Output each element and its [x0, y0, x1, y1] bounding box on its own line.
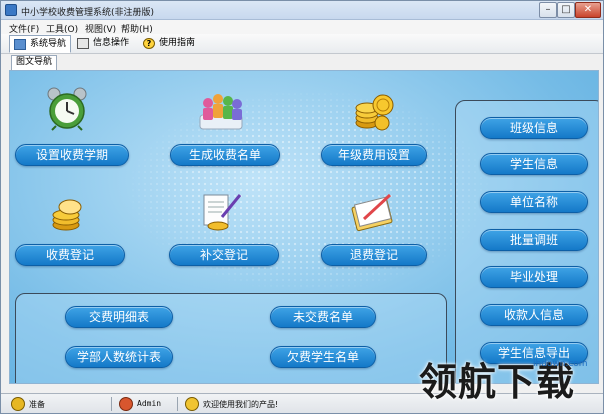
gold-coins-icon [355, 94, 394, 131]
supplement-register-button[interactable]: 补交登记 [169, 244, 279, 266]
tab-system-nav[interactable]: 系统导航 [9, 35, 72, 53]
user-icon [119, 397, 133, 411]
grade-fee-button[interactable]: 年级费用设置 [321, 144, 427, 166]
tab-graphic-nav[interactable]: 图文导航 [11, 55, 58, 70]
fee-register-button[interactable]: 收费登记 [15, 244, 125, 266]
student-info-button[interactable]: 学生信息 [480, 153, 588, 175]
alarm-clock-icon [47, 87, 87, 131]
batch-class-change-button[interactable]: 批量调班 [480, 229, 588, 251]
status-divider [111, 397, 112, 411]
graduation-button[interactable]: 毕业处理 [480, 266, 588, 288]
fee-detail-button[interactable]: 交费明细表 [65, 306, 173, 328]
menu-bar: 文件(F) 工具(O) 视图(V) 帮助(H) [1, 20, 603, 35]
generate-list-button[interactable]: 生成收费名单 [170, 144, 280, 166]
tab-label: 系统导航 [30, 39, 67, 49]
app-window: 中小学校收费管理系统(非注册版) – □ ✕ 文件(F) 工具(O) 视图(V)… [0, 0, 604, 414]
document-icon [77, 38, 89, 49]
help-icon: ? [143, 38, 155, 49]
reports-panel: 交费明细表 未交费名单 学部人数统计表 欠费学生名单 [15, 293, 447, 383]
smile-icon [185, 397, 199, 411]
tab-label: 使用指南 [159, 38, 196, 48]
toolbar: 系统导航 信息操作 ? 使用指南 [1, 34, 603, 54]
status-ready: 准备 [29, 400, 45, 409]
maximize-button[interactable]: □ [557, 2, 575, 18]
navigation-canvas: 设置收费学期 生成收费名单 年级费用设置 收费登记 补交登记 退费登记 交费明细… [9, 70, 599, 384]
watermark-url: lhdown.com [533, 359, 588, 369]
unit-name-button[interactable]: 单位名称 [480, 191, 588, 213]
notebook-pen-icon [351, 193, 393, 232]
coin-stack-icon [52, 199, 82, 231]
window-title: 中小学校收费管理系统(非注册版) [21, 8, 155, 18]
close-button[interactable]: ✕ [575, 2, 601, 18]
status-welcome: 欢迎使用我们的产品! [203, 400, 279, 409]
people-group-icon [199, 94, 243, 130]
title-bar[interactable]: 中小学校收费管理系统(非注册版) – □ ✕ [1, 1, 603, 20]
watermark-logo: 领航下载 lhdown.com [415, 351, 603, 413]
basic-info-panel: 基本信息 班级信息 学生信息 单位名称 批量调班 毕业处理 收款人信息 学生信息… [455, 100, 598, 383]
app-icon [5, 4, 17, 16]
tab-strip: 图文导航 [1, 54, 603, 70]
minimize-button[interactable]: – [539, 2, 557, 18]
document-coins-icon [203, 194, 242, 231]
set-term-button[interactable]: 设置收费学期 [15, 144, 129, 166]
arrears-list-button[interactable]: 欠费学生名单 [270, 346, 376, 368]
refund-register-button[interactable]: 退费登记 [321, 244, 427, 266]
dept-stats-button[interactable]: 学部人数统计表 [65, 346, 173, 368]
nav-icon [14, 39, 26, 50]
tab-label: 信息操作 [93, 38, 130, 48]
payee-info-button[interactable]: 收款人信息 [480, 304, 588, 326]
tab-user-guide[interactable]: ? 使用指南 [139, 35, 199, 53]
tab-info-ops[interactable]: 信息操作 [73, 35, 133, 53]
status-ready-icon [11, 397, 25, 411]
unpaid-list-button[interactable]: 未交费名单 [270, 306, 376, 328]
class-info-button[interactable]: 班级信息 [480, 117, 588, 139]
status-user: Admin [137, 399, 162, 408]
status-divider [177, 397, 178, 411]
